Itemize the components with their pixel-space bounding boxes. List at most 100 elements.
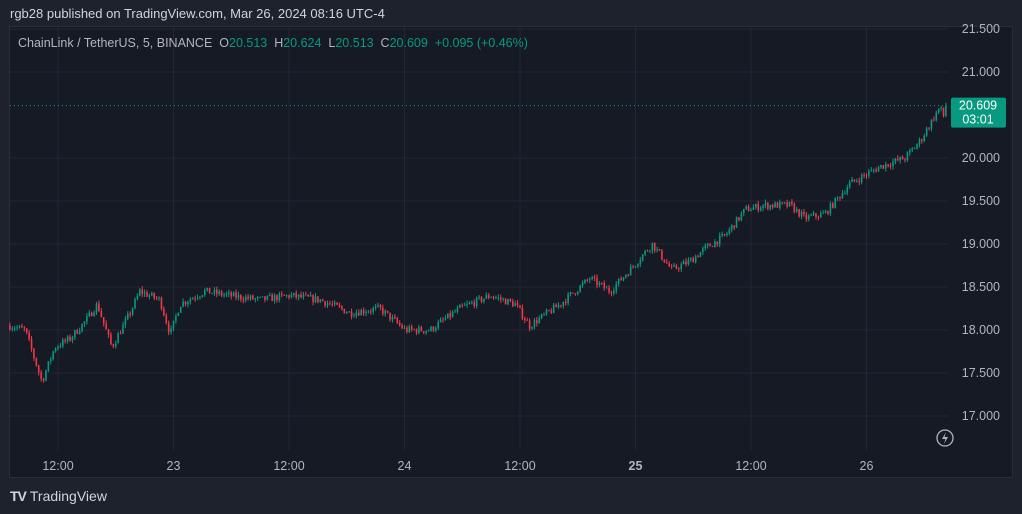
candle-body [627,275,630,276]
candle-body [408,326,411,332]
candle-body [678,268,680,270]
candle-body [23,327,26,329]
candle-body [827,211,829,214]
candle-body [117,333,119,344]
chart-legend: ChainLink / TetherUS, 5, BINANCE O20.513… [18,36,528,50]
candle-body [822,212,824,214]
candle-body [921,139,923,141]
tradingview-logo-text: TradingView [29,488,107,504]
candle-body [432,326,435,331]
candle-body [30,339,33,350]
candle-body [694,256,697,263]
candle-body [646,250,649,252]
candle-body [709,244,711,247]
candlestick-chart[interactable]: 21.500 21.000 20.000 19.500 19.000 18.500 18.0… [0,0,1022,514]
candle-body [425,330,427,333]
candle-body [478,296,480,298]
candle-body [66,336,69,342]
candle-body [591,277,593,280]
candle-body [216,289,218,294]
candle-body [733,225,735,228]
candle-body [456,307,459,312]
candle-body [139,289,141,296]
candle-body [266,295,269,300]
tradingview-logo[interactable]: TV TradingView [10,488,107,504]
candle-body [560,305,562,306]
candle-body [451,312,454,317]
candle-body [158,297,160,299]
candle-body [88,312,91,317]
candle-body [576,291,579,295]
candle-body [319,299,322,302]
candle-body [911,148,914,151]
candle-body [894,158,897,162]
candle-body [586,279,589,281]
candle-body [680,264,683,270]
candle-body [714,241,716,247]
candle-body [199,296,201,298]
candle-body [312,295,314,303]
candle-body [723,234,726,235]
candle-body [661,250,663,260]
candle-body [511,301,514,307]
candle-body [856,180,858,182]
candle-body [668,263,670,267]
candle-body [567,294,569,304]
candle-body [444,318,447,320]
candle-body [471,302,473,304]
candle-body [601,282,603,284]
candle-body [379,305,382,308]
candle-body [930,119,933,129]
candle-body [880,165,882,168]
candle-body [324,301,326,306]
candle-body [160,297,163,309]
candle-body [540,314,543,318]
candle-body [574,293,577,295]
candle-body [632,266,634,268]
candle-body [314,296,317,303]
candle-body [865,175,868,177]
candle-body [74,330,76,338]
candle-body [42,378,45,381]
candle-body [584,279,586,284]
candle-body [581,283,584,286]
candle-body [71,337,74,341]
candle-body [321,299,324,302]
candle-body [690,258,692,261]
candle-body [276,295,278,301]
candle-body [928,128,930,130]
x-tick-label: 12:00 [504,459,535,473]
lightning-icon-bolt [942,432,948,444]
candle-body [81,323,83,332]
last-price-value: 20.609 [959,99,997,113]
candle-body [913,148,916,150]
y-tick-label: 19.500 [962,194,1000,208]
candle-body [374,306,377,309]
candle-body [278,293,281,301]
candle-body [730,225,733,230]
candle-body [454,311,456,313]
candle-body [771,204,774,208]
candle-body [665,262,668,264]
candle-body [704,245,707,249]
candle-body [860,174,863,183]
candle-body [615,284,618,291]
candle-body [795,209,798,212]
candle-body [776,202,779,208]
candle-body [497,297,500,299]
candle-body [468,303,471,304]
candle-body [40,372,42,379]
candle-body [244,296,247,301]
candle-body [651,242,654,251]
candle-body [377,305,379,307]
candle-body [223,294,225,296]
candle-body [297,294,300,298]
y-tick-label: 19.000 [962,237,1000,251]
candle-body [935,112,938,121]
candle-body [875,169,877,172]
candle-body [824,211,827,213]
candle-body [37,365,40,373]
candle-body [805,214,808,220]
candle-body [882,165,885,169]
candle-body [163,308,165,316]
